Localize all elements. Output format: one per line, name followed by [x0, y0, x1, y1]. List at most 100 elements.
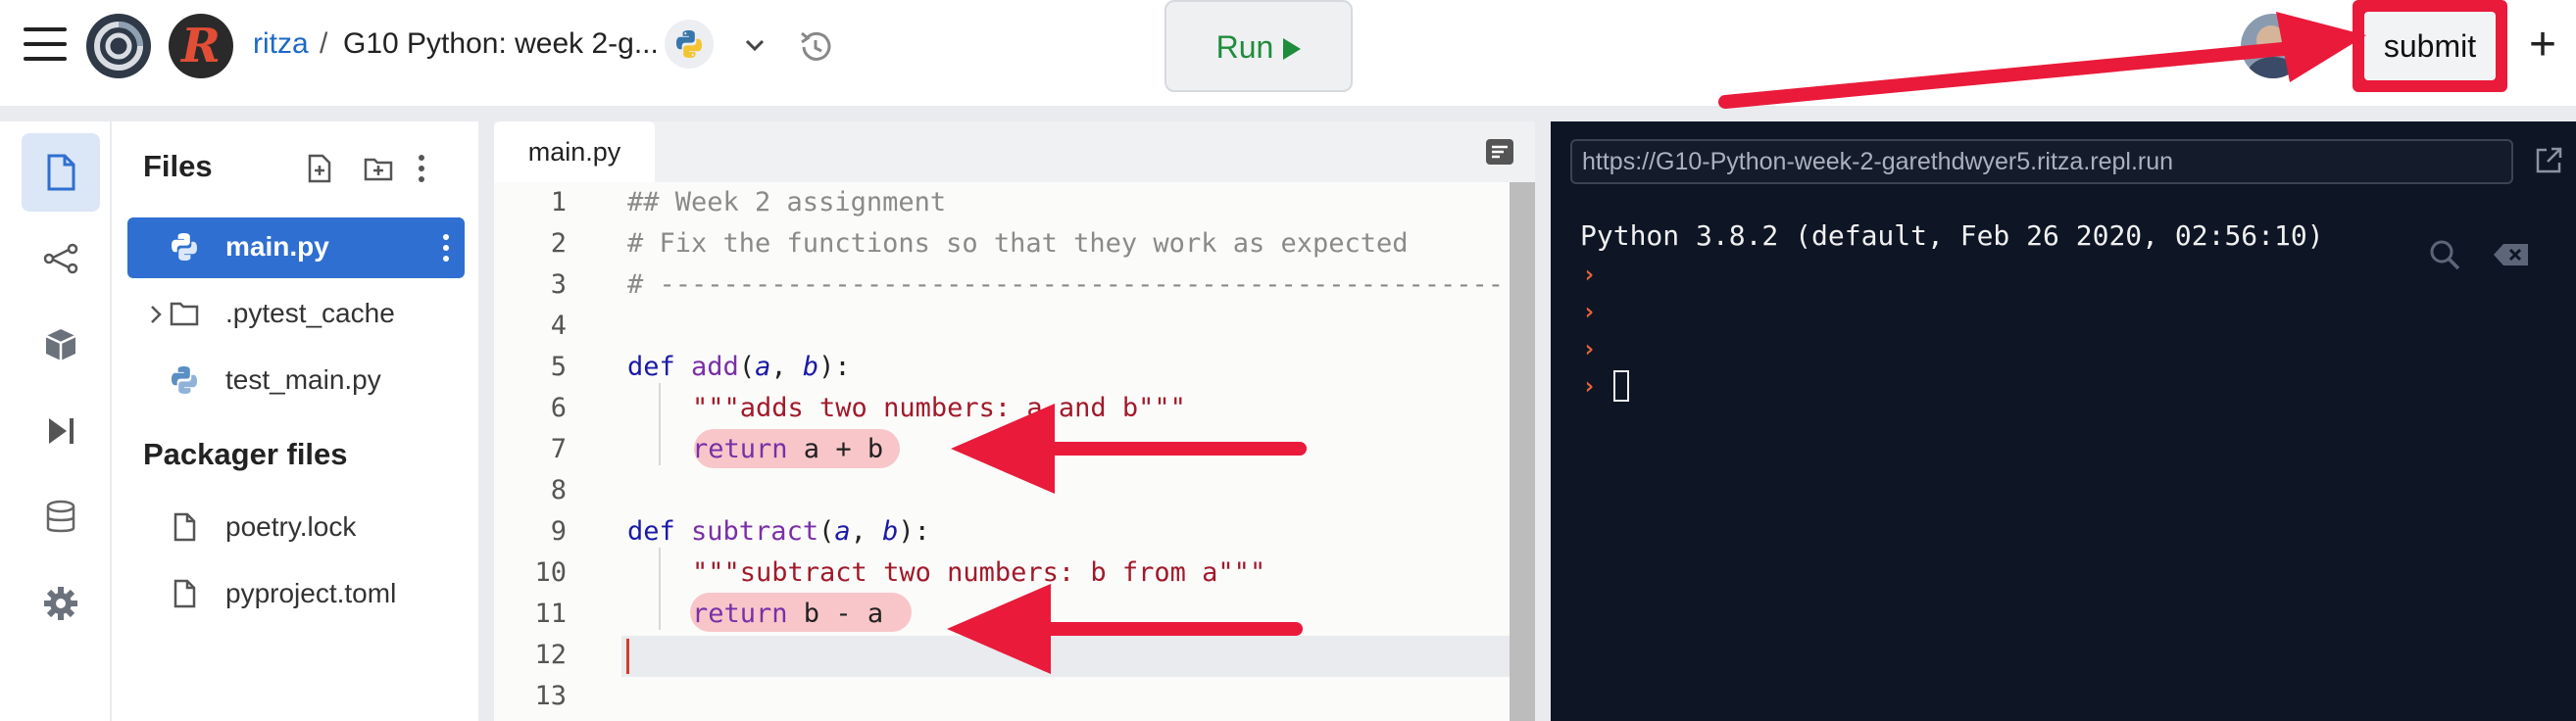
breadcrumb-user-link[interactable]: ritza [253, 27, 309, 61]
file-item-poetry-lock[interactable]: poetry.lock [127, 498, 465, 558]
file-item-pyproject-toml[interactable]: pyproject.toml [127, 564, 465, 625]
indent-guide [659, 383, 661, 465]
play-icon [1283, 38, 1302, 60]
code-token: b [802, 352, 819, 382]
repl-title[interactable]: G10 Python: week 2-g... [343, 27, 659, 61]
search-icon[interactable] [2427, 237, 2462, 272]
file-item-label: pyproject.toml [225, 578, 397, 608]
folder-item-pytest-cache[interactable]: .pytest_cache [127, 284, 465, 345]
editor-scrollbar[interactable] [1510, 182, 1535, 721]
open-in-new-tab-icon[interactable] [2533, 145, 2564, 176]
history-icon[interactable] [794, 25, 837, 69]
file-item-label: poetry.lock [225, 511, 357, 542]
more-options-icon[interactable] [412, 153, 431, 184]
files-panel: Files main.py .pytest_cache test_main.py… [110, 121, 478, 721]
files-panel-title: Files [143, 149, 213, 183]
code-token: a [834, 516, 851, 547]
file-item-label: main.py [225, 231, 329, 262]
activity-sidebar [0, 121, 110, 721]
chevron-down-icon[interactable] [741, 31, 768, 59]
code-token: subtract [691, 516, 819, 547]
run-button-label: Run [1215, 29, 1274, 65]
debugger-button[interactable] [22, 392, 100, 470]
code-line: # --------------------------------------… [627, 269, 1505, 300]
code-line: return b - a [692, 599, 883, 629]
code-line: """adds two numbers: a and b""" [692, 393, 1186, 423]
add-file-icon[interactable] [304, 153, 335, 184]
line-number: 12 [534, 640, 567, 670]
version-control-button[interactable] [22, 219, 100, 298]
line-number: 10 [534, 557, 567, 588]
python-language-badge[interactable] [665, 20, 714, 69]
console-panel: https://G10-Python-week-2-garethdwyer5.r… [1551, 121, 2576, 721]
database-icon [46, 500, 75, 533]
text-cursor [626, 639, 629, 674]
file-item-test-main-py[interactable]: test_main.py [127, 351, 465, 411]
packages-button[interactable] [22, 306, 100, 384]
file-options-icon[interactable] [443, 233, 449, 263]
code-token: def [627, 352, 692, 382]
files-tab-button[interactable] [22, 133, 100, 212]
line-number: 2 [550, 228, 567, 259]
code-token: return [692, 599, 788, 629]
code-token: add [691, 352, 739, 382]
python-icon [172, 366, 197, 394]
top-bar: R ritza / G10 Python: week 2-g... Run su… [0, 0, 2576, 106]
code-line: def add(a, b): [627, 352, 851, 382]
line-number: 11 [534, 599, 567, 629]
code-token: b - a [787, 599, 884, 629]
line-number: 4 [550, 311, 567, 341]
add-folder-icon[interactable] [363, 153, 394, 184]
console-prompt: › [1582, 298, 1597, 325]
format-code-icon[interactable] [1484, 137, 1515, 167]
clear-console-icon[interactable] [2492, 241, 2531, 268]
line-number: 1 [550, 187, 567, 217]
python-icon [172, 233, 197, 261]
webview-url-bar[interactable]: https://G10-Python-week-2-garethdwyer5.r… [1570, 139, 2513, 184]
hamburger-menu-icon[interactable] [24, 27, 67, 63]
package-icon [45, 329, 76, 360]
code-token: a + b [787, 434, 884, 464]
user-avatar[interactable] [2241, 14, 2305, 78]
chevron-right-icon[interactable] [147, 302, 165, 327]
file-item-main-py[interactable]: main.py [127, 217, 465, 278]
line-number: 8 [550, 475, 567, 505]
console-prompt: › [1582, 335, 1597, 362]
database-button[interactable] [22, 478, 100, 556]
file-icon [173, 512, 196, 542]
tab-main-py[interactable]: main.py [494, 121, 655, 182]
code-token: ( [738, 352, 756, 382]
python-version-output: Python 3.8.2 (default, Feb 26 2020, 02:5… [1580, 219, 2324, 252]
code-token: ): [898, 516, 930, 547]
code-line: ## Week 2 assignment [627, 187, 947, 217]
code-token: return [692, 434, 788, 464]
indent-guide [659, 548, 661, 630]
code-line: def subtract(a, b): [627, 516, 930, 547]
team-avatar[interactable]: R [169, 14, 233, 78]
settings-button[interactable] [22, 564, 100, 643]
file-icon [173, 579, 196, 608]
git-branch-icon [43, 243, 78, 274]
line-number: 9 [550, 516, 567, 547]
folder-icon [170, 302, 199, 326]
packager-files-title: Packager files [143, 437, 348, 471]
new-repl-button[interactable]: + [2523, 18, 2562, 72]
code-line: """subtract two numbers: b from a""" [692, 557, 1266, 588]
code-line: # Fix the functions so that they work as… [627, 228, 1409, 259]
run-button[interactable]: Run [1164, 0, 1353, 92]
line-number: 5 [550, 352, 567, 382]
code-editor: main.py 1 2 3 4 5 6 7 8 9 10 11 12 13 ##… [494, 121, 1535, 721]
editor-tab-bar: main.py [494, 121, 1535, 182]
gear-icon [44, 587, 77, 620]
breadcrumb-separator: / [320, 27, 328, 60]
line-number: 13 [534, 681, 567, 711]
code-token: a [755, 352, 771, 382]
code-area[interactable]: 1 2 3 4 5 6 7 8 9 10 11 12 13 ## Week 2 … [494, 182, 1535, 721]
step-forward-icon [49, 418, 74, 444]
file-item-label: test_main.py [225, 364, 381, 395]
terminal-cursor [1613, 370, 1629, 402]
submit-button[interactable]: submit [2364, 12, 2496, 80]
code-token: ( [818, 516, 835, 547]
code-token: , [770, 352, 803, 382]
replit-logo[interactable] [86, 14, 151, 78]
